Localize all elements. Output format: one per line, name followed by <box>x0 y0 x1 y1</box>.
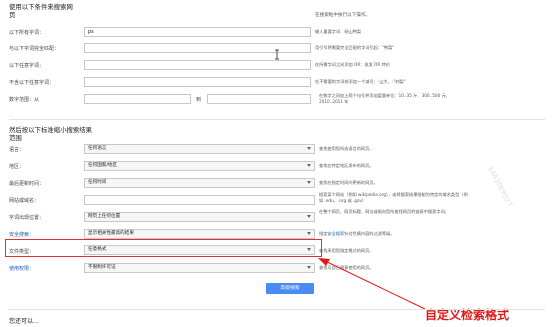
region-select-value: 任何国家/地区 <box>88 163 118 168</box>
site-domain-label: 网站或域名： <box>9 198 40 204</box>
chevron-down-icon <box>307 232 311 235</box>
chevron-down-icon <box>307 181 311 184</box>
you-can-title: 您还可以... <box>9 318 39 325</box>
none-words-tip: 在不需要的字词前添加一个减号：-山大、-"刺梨" <box>315 79 406 84</box>
site-domain-tip: 搜索某个网站（例如 wikipedia.org），或将搜索结果限制为特定的域名类… <box>319 192 468 203</box>
terms-appearing-tip: 在整个网页、网页标题、网址或指向您所查找网页的链接中搜索字词。 <box>319 209 449 214</box>
terms-appearing-select[interactable]: 网页上任何位置 <box>84 212 315 222</box>
arrow-head <box>318 258 330 266</box>
usage-rights-select[interactable]: 不限制许可证 <box>84 263 315 273</box>
find-pages-title: 使用以下条件来搜索网页 <box>9 3 73 19</box>
all-words-tip: 输入重要字词：砀山鸭梨 <box>315 29 362 34</box>
all-words-label: 以下所有字词： <box>9 30 45 36</box>
chevron-down-icon <box>307 164 311 167</box>
watermark: 1443069027 <box>485 165 514 209</box>
region-label: 地区： <box>9 164 25 170</box>
any-words-input[interactable] <box>84 60 311 70</box>
exact-phrase-label: 与以下字词完全匹配： <box>9 46 60 52</box>
site-domain-input[interactable] <box>84 195 315 205</box>
region-tip: 查找在特定地区发布的网页。 <box>319 163 374 168</box>
safesearch-select-value: 显示相关性最高的结果 <box>88 231 134 236</box>
number-range-to-label: 到 <box>196 97 202 103</box>
safesearch-tip: 指定安全搜索针对色情内容的过滤等级。 <box>319 231 395 236</box>
find-pages-hint: 在搜索框中执行以下操作。 <box>315 13 371 18</box>
number-range-from-input[interactable] <box>84 94 191 104</box>
text-cursor-icon <box>275 49 279 60</box>
safesearch-label[interactable]: 安全搜索： <box>9 231 34 238</box>
last-update-select[interactable]: 任何时间 <box>84 178 315 188</box>
number-range-tip: 在数字之间加上两个句号并添加度量单位：10..35 斤、300..500 元、2… <box>319 93 450 104</box>
usage-rights-label[interactable]: 使用权限： <box>9 265 34 272</box>
arrow-line <box>324 260 426 310</box>
all-words-input[interactable]: ps <box>84 27 311 37</box>
none-words-label: 不含以下任意字词： <box>9 80 55 86</box>
language-select-value: 任何语言 <box>88 146 107 151</box>
safesearch-select[interactable]: 显示相关性最高的结果 <box>84 229 315 239</box>
narrow-results-title: 然后按以下标准缩小搜索结果范围 <box>9 126 93 142</box>
annotation-arrow <box>318 258 426 310</box>
language-label: 语言： <box>9 147 25 153</box>
any-words-tip: 在所需字词之间添加 OR：批发 OR 特价 <box>315 62 391 67</box>
number-range-label: 数字范围：从 <box>9 97 40 103</box>
last-update-select-value: 任何时间 <box>88 180 107 185</box>
region-select[interactable]: 任何国家/地区 <box>84 161 315 171</box>
chevron-down-icon <box>307 147 311 150</box>
last-update-tip: 查找在指定时间内更新的网页。 <box>319 180 378 185</box>
last-update-label: 最后更新时间： <box>9 181 45 187</box>
chevron-down-icon <box>307 215 311 218</box>
language-tip: 查找使用您所选语言的网页。 <box>319 146 374 151</box>
section-divider <box>9 119 545 120</box>
terms-appearing-select-value: 网页上任何位置 <box>88 214 121 219</box>
exact-phrase-tip: 用引号将需要完全匹配的字词引起："鸭梨" <box>315 45 395 50</box>
file-type-tip: 查找采用您指定格式的网页。 <box>319 248 374 253</box>
none-words-input[interactable] <box>84 77 311 87</box>
terms-appearing-label: 字词出现位置： <box>9 215 45 221</box>
safesearch-help-link[interactable]: 安全搜索 <box>327 231 344 236</box>
section-divider-bottom <box>9 309 545 310</box>
highlight-box <box>5 239 322 257</box>
language-select[interactable]: 任何语言 <box>84 144 315 154</box>
number-range-to-input[interactable] <box>207 94 311 104</box>
any-words-label: 以下任意字词： <box>9 63 45 69</box>
usage-rights-select-value: 不限制许可证 <box>88 265 116 270</box>
